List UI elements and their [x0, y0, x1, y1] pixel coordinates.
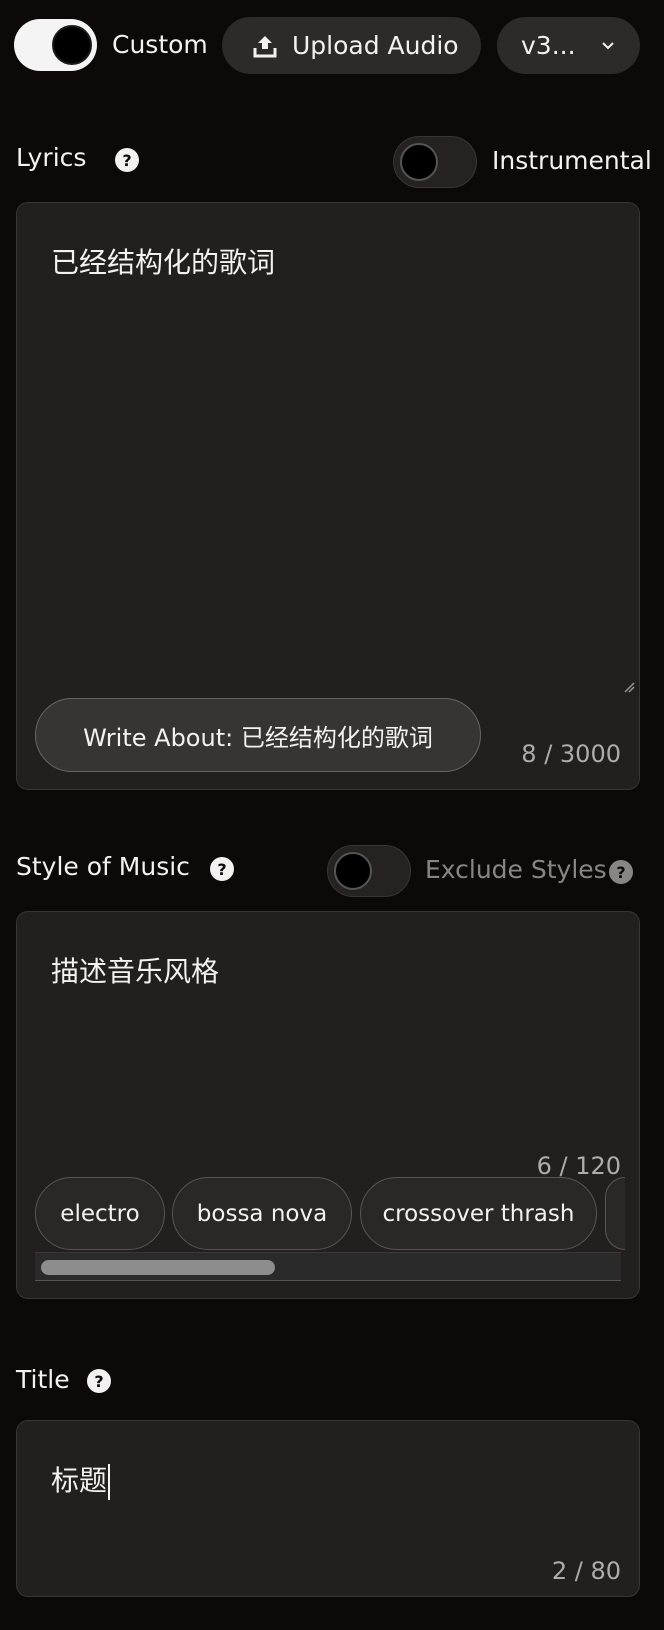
- style-label: Style of Music: [16, 852, 190, 881]
- write-about-button[interactable]: Write About: 已经结构化的歌词: [35, 698, 481, 772]
- title-value: 标题: [51, 1464, 108, 1497]
- resize-handle-icon[interactable]: [623, 681, 635, 693]
- lyrics-textarea[interactable]: 已经结构化的歌词: [51, 241, 275, 281]
- title-help-icon[interactable]: ?: [87, 1369, 111, 1393]
- title-panel: 标题 2 / 80: [16, 1420, 640, 1597]
- toggle-knob: [334, 852, 372, 890]
- chevron-down-icon: [601, 41, 614, 49]
- style-tag[interactable]: bossa nova: [172, 1177, 352, 1250]
- custom-toggle[interactable]: [14, 19, 97, 71]
- tags-scrollbar[interactable]: [35, 1252, 621, 1281]
- upload-audio-label: Upload Audio: [292, 31, 459, 60]
- exclude-help-icon[interactable]: ?: [609, 860, 633, 884]
- exclude-styles-toggle[interactable]: [327, 845, 411, 897]
- version-select[interactable]: v3...: [497, 17, 640, 74]
- instrumental-label: Instrumental: [492, 146, 652, 175]
- toggle-knob: [400, 143, 438, 181]
- instrumental-toggle[interactable]: [393, 136, 477, 188]
- style-counter: 6 / 120: [536, 1152, 621, 1180]
- toggle-knob: [52, 25, 92, 65]
- title-input[interactable]: 标题: [51, 1459, 111, 1500]
- lyrics-panel: 已经结构化的歌词 Write About: 已经结构化的歌词 8 / 3000: [16, 202, 640, 790]
- style-textarea[interactable]: 描述音乐风格: [51, 950, 219, 990]
- lyrics-label: Lyrics: [16, 143, 87, 172]
- style-panel: 描述音乐风格 6 / 120 electro bossa nova crosso…: [16, 911, 640, 1299]
- upload-icon: [253, 35, 277, 57]
- custom-label: Custom: [112, 30, 208, 59]
- version-label: v3...: [521, 31, 576, 60]
- lyrics-counter: 8 / 3000: [521, 740, 621, 768]
- lyrics-help-icon[interactable]: ?: [115, 148, 139, 172]
- style-tag[interactable]: electro: [35, 1177, 165, 1250]
- style-tag-partial[interactable]: [605, 1177, 625, 1250]
- text-caret: [108, 1464, 111, 1500]
- style-help-icon[interactable]: ?: [210, 857, 234, 881]
- title-label: Title: [16, 1365, 70, 1394]
- style-tag[interactable]: crossover thrash: [360, 1177, 597, 1250]
- exclude-styles-label: Exclude Styles: [425, 855, 607, 884]
- scrollbar-thumb[interactable]: [41, 1260, 275, 1275]
- title-counter: 2 / 80: [551, 1557, 621, 1585]
- upload-audio-button[interactable]: Upload Audio: [222, 17, 481, 74]
